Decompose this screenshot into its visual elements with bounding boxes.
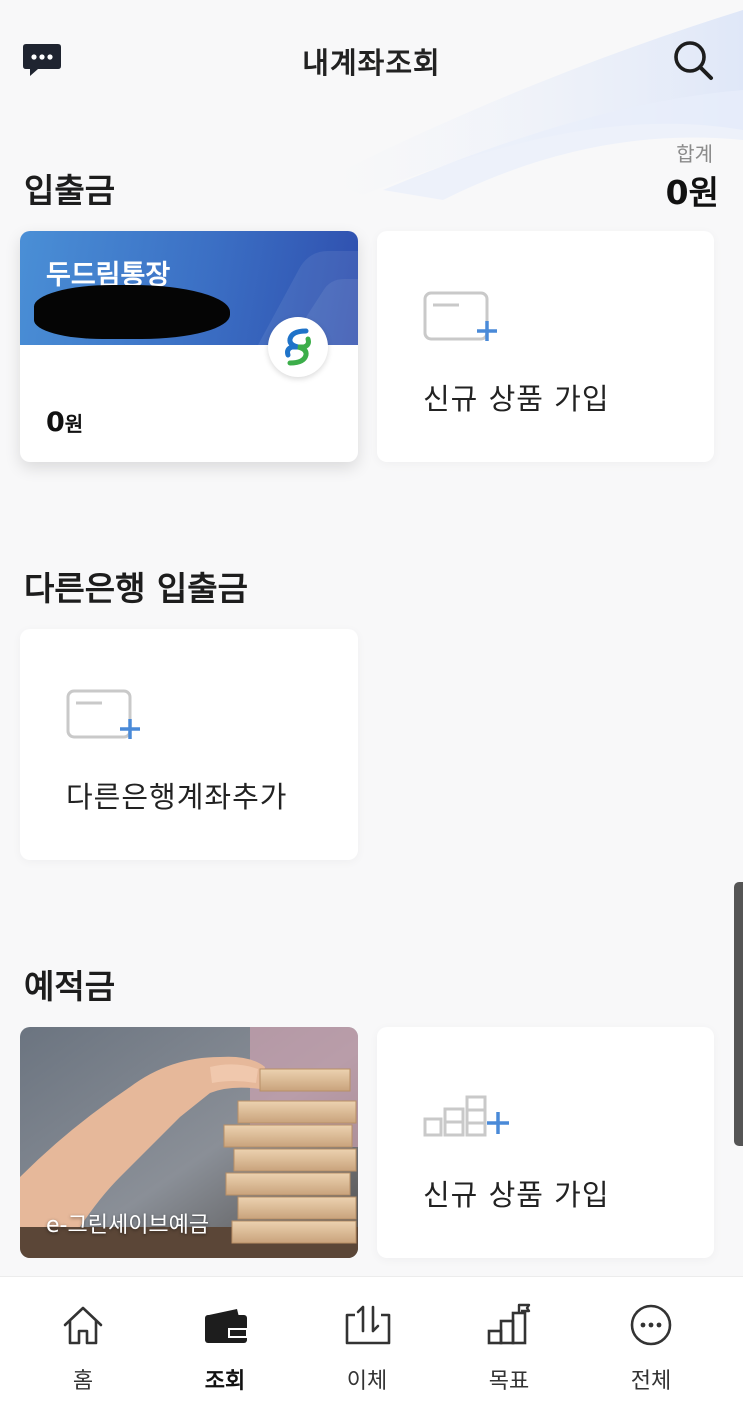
scrollbar-handle[interactable]: [734, 882, 743, 1146]
home-icon: [63, 1306, 103, 1345]
account-card[interactable]: 두드림통장 02 0원: [20, 231, 358, 462]
account-balance: 0원: [46, 407, 83, 438]
transfer-icon: [345, 1305, 391, 1345]
add-other-bank-card[interactable]: 다른은행계좌추가: [20, 629, 358, 860]
add-card-icon: [66, 689, 140, 739]
header: 내계좌조회: [0, 0, 743, 120]
balance-unit: 원: [64, 412, 84, 436]
tab-label: 전체: [630, 1369, 672, 1394]
bottom-tab-bar: 홈 조회 이체 목표 전체: [0, 1276, 743, 1402]
new-product-card-checking[interactable]: 신규 상품 가입: [377, 231, 714, 462]
section-title-savings: 예적금: [24, 967, 116, 1006]
total-value: 0원: [665, 173, 719, 212]
savings-product-card[interactable]: e-그린세이브예금: [20, 1027, 358, 1258]
tab-all[interactable]: 전체: [581, 1277, 721, 1402]
tab-home[interactable]: 홈: [13, 1277, 153, 1402]
bank-logo: [268, 317, 328, 377]
section-title-other-bank: 다른은행 입출금: [24, 569, 249, 608]
total-label: 합계: [676, 142, 713, 166]
goal-icon: [487, 1303, 531, 1345]
balance-amount: 0: [46, 407, 65, 438]
tab-inquiry[interactable]: 조회: [155, 1277, 295, 1402]
tab-goal[interactable]: 목표: [439, 1277, 579, 1402]
tab-transfer[interactable]: 이체: [297, 1277, 437, 1402]
tab-label: 조회: [204, 1369, 246, 1394]
add-other-bank-label: 다른은행계좌추가: [66, 780, 288, 814]
search-icon: [674, 41, 713, 80]
tab-label: 홈: [72, 1369, 94, 1394]
new-product-label: 신규 상품 가입: [423, 1178, 610, 1212]
add-card-icon: [423, 291, 497, 341]
savings-product-label: e-그린세이브예금: [46, 1213, 210, 1238]
page-title: 내계좌조회: [302, 46, 441, 80]
wallet-icon: [205, 1309, 248, 1343]
bank-logo-icon: [285, 328, 311, 366]
new-product-card-savings[interactable]: 신규 상품 가입: [377, 1027, 714, 1258]
section-title-checking: 입출금: [24, 171, 116, 210]
tab-label: 목표: [488, 1369, 530, 1394]
new-product-label: 신규 상품 가입: [423, 382, 610, 416]
search-button[interactable]: [671, 38, 715, 82]
more-icon: [630, 1304, 672, 1346]
tab-label: 이체: [346, 1369, 388, 1394]
add-savings-icon: [423, 1095, 509, 1137]
redaction-mark: [34, 285, 230, 339]
